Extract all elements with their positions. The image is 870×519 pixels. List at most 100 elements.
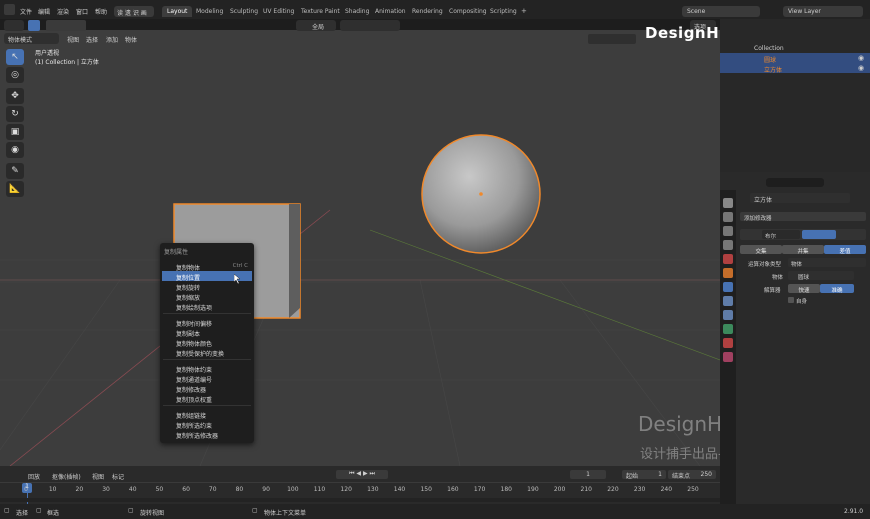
timeline-tick-label: 210: [580, 486, 592, 493]
object-field[interactable]: 圆球: [788, 271, 854, 281]
menu-item-copy-vertex-weights[interactable]: 复制顶点权重: [162, 393, 252, 404]
menu-item-copy-scale[interactable]: 复制缩放: [162, 291, 252, 302]
outliner-row-cube[interactable]: 立方体: [720, 63, 870, 74]
menu-object[interactable]: 物体: [125, 35, 137, 44]
tab-modeling[interactable]: Modeling: [191, 6, 228, 17]
mode-select[interactable]: 物体模式: [4, 33, 59, 44]
menu-item-copy-pass-index[interactable]: 复制通道编号: [162, 373, 252, 384]
timeline-tick-label: 160: [447, 486, 459, 493]
move-tool[interactable]: ✥: [6, 88, 24, 104]
menu-item-copy-constraints[interactable]: 复制物体约束: [162, 363, 252, 374]
menu-item-copy-object-color[interactable]: 复制物体颜色: [162, 337, 252, 348]
menu-window[interactable]: 窗口: [76, 7, 88, 16]
snap-options[interactable]: [340, 20, 400, 31]
timeline-scrollbar[interactable]: [0, 498, 720, 502]
select-box-tool[interactable]: ↖: [6, 49, 24, 65]
properties-panel: 立方体 添加修改器 布尔 交集 并集 差值 运算对象类型 物体 物体 圆球 解算…: [720, 172, 870, 504]
scene-tab-icon[interactable]: [723, 254, 733, 264]
mouse-middle-icon: ▢: [128, 507, 134, 514]
menu-file[interactable]: 文件: [20, 7, 32, 16]
start-value: 1: [658, 471, 662, 478]
menu-marker[interactable]: 标记: [112, 472, 124, 481]
menu-item-copy-protected-transform[interactable]: 复制受保护的变换: [162, 347, 252, 358]
solver-fast-button[interactable]: 快速: [788, 284, 820, 294]
menu-select[interactable]: 选择: [86, 35, 98, 44]
modifier-toggles[interactable]: [802, 230, 836, 239]
select-mode-buttons[interactable]: [46, 20, 86, 31]
solver-exact-button[interactable]: 准确: [820, 284, 854, 294]
material-tab-icon[interactable]: [723, 338, 733, 348]
particles-tab-icon[interactable]: [723, 296, 733, 306]
annotate-tool[interactable]: ✎: [6, 163, 24, 179]
object-tab-icon[interactable]: [723, 268, 733, 278]
tab-texture-paint[interactable]: Texture Paint: [296, 6, 345, 17]
measure-tool[interactable]: 📐: [6, 181, 24, 197]
start-frame-field[interactable]: 起始 1: [622, 470, 666, 480]
self-checkbox[interactable]: [788, 297, 794, 303]
menu-keying[interactable]: 抠像(插帧): [52, 472, 81, 481]
cursor-tool[interactable]: ◎: [6, 67, 24, 83]
op-difference-button[interactable]: 差值: [824, 245, 866, 255]
current-frame-field[interactable]: 1: [570, 470, 606, 479]
add-modifier-button[interactable]: 添加修改器: [740, 212, 866, 222]
output-tab-icon[interactable]: [723, 226, 733, 236]
solver-label: 解算器: [764, 288, 781, 294]
playback-controls[interactable]: ⏮ ◀ ▶ ⏭: [336, 470, 388, 479]
object-name-field[interactable]: 立方体: [750, 193, 850, 204]
blender-logo-icon[interactable]: [4, 4, 15, 15]
menu-item-copy-modifiers[interactable]: 复制修改器: [162, 383, 252, 394]
menu-item-copy-selected-constraints[interactable]: 复制所选约束: [162, 419, 252, 430]
scene-selector[interactable]: Scene: [682, 6, 760, 17]
tool-tab-icon[interactable]: [723, 198, 733, 208]
menu-item-copy-selected-modifiers[interactable]: 复制所选修改器: [162, 429, 252, 440]
orientation-select[interactable]: 全局: [296, 20, 336, 31]
tab-rendering[interactable]: Rendering: [407, 6, 448, 17]
add-workspace-button[interactable]: +: [521, 7, 527, 15]
view-layer-tab-icon[interactable]: [723, 240, 733, 250]
tab-uv-editing[interactable]: UV Editing: [258, 6, 299, 17]
select-tool-icon[interactable]: [28, 20, 40, 31]
menu-item-copy-duplis[interactable]: 复制副本: [162, 327, 252, 338]
operand-type-select[interactable]: 物体: [788, 258, 866, 268]
start-label: 起始: [626, 473, 639, 480]
menu-render[interactable]: 渲染: [57, 7, 69, 16]
data-tab-icon[interactable]: [723, 324, 733, 334]
menu-edit[interactable]: 编辑: [38, 7, 50, 16]
render-tab-icon[interactable]: [723, 212, 733, 222]
menu-view[interactable]: 视图: [67, 35, 79, 44]
scale-tool[interactable]: ▣: [6, 124, 24, 140]
properties-search[interactable]: [766, 178, 824, 187]
transform-tool[interactable]: ◉: [6, 142, 24, 158]
texture-tab-icon[interactable]: [723, 352, 733, 362]
end-frame-field[interactable]: 结束点 250: [668, 470, 716, 480]
mode-button[interactable]: 读 遗 识 画: [114, 6, 154, 17]
menu-help[interactable]: 帮助: [95, 7, 107, 16]
view-layer-selector[interactable]: View Layer: [783, 6, 863, 17]
menu-item-copy-object[interactable]: 复制物体 Ctrl C: [162, 261, 252, 272]
outliner-row-sphere[interactable]: 圆球: [720, 53, 870, 64]
tab-animation[interactable]: Animation: [370, 6, 411, 17]
timeline-tick-label: 140: [393, 486, 406, 493]
op-union-button[interactable]: 并集: [782, 245, 824, 255]
modifier-tab-icon[interactable]: [723, 282, 733, 292]
timeline-tick-label: 240: [660, 486, 673, 493]
op-intersect-button[interactable]: 交集: [740, 245, 782, 255]
menu-item-copy-draw-options[interactable]: 复制绘制选项: [162, 301, 252, 312]
modifier-name-field[interactable]: 布尔: [762, 230, 800, 240]
menu-item-copy-group-links[interactable]: 复制组链接: [162, 409, 252, 420]
rotate-tool[interactable]: ↻: [6, 106, 24, 122]
outliner-row-collection[interactable]: Collection: [720, 43, 870, 53]
physics-tab-icon[interactable]: [723, 310, 733, 320]
menu-add[interactable]: 添加: [106, 35, 118, 44]
tab-layout[interactable]: Layout: [162, 6, 193, 17]
timeline-tick-label: 170: [473, 486, 486, 493]
menu-item-copy-time-offset[interactable]: 复制时间偏移: [162, 317, 252, 328]
3d-viewport[interactable]: [0, 30, 720, 466]
menu-playback[interactable]: 回放: [28, 472, 40, 481]
gizmo-toggles[interactable]: [588, 34, 636, 44]
tab-scripting[interactable]: Scripting: [485, 6, 522, 17]
eye-icon[interactable]: ◉: [858, 54, 864, 62]
eye-icon[interactable]: ◉: [858, 64, 864, 72]
menu-view[interactable]: 视图: [92, 472, 104, 481]
editor-type-button[interactable]: [4, 20, 24, 31]
